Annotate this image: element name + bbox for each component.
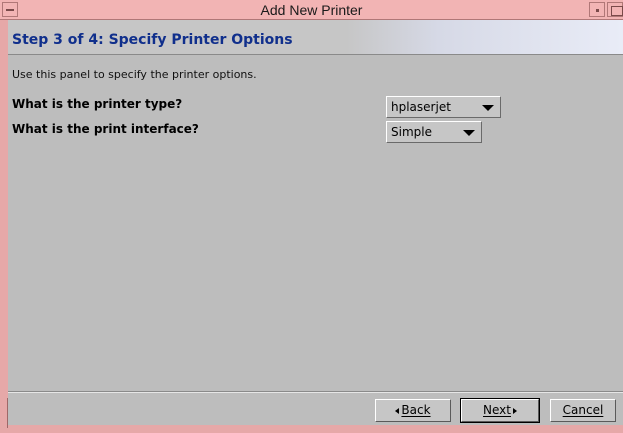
- printer-type-select[interactable]: hplaserjet: [386, 96, 501, 118]
- printer-type-label: What is the printer type?: [12, 97, 183, 111]
- wizard-panel: Step 3 of 4: Specify Printer Options Use…: [8, 20, 623, 425]
- back-button[interactable]: Back: [375, 399, 451, 422]
- print-interface-select[interactable]: Simple: [386, 121, 482, 143]
- arrow-right-icon: [512, 407, 517, 414]
- step-title: Step 3 of 4: Specify Printer Options: [12, 32, 293, 48]
- header-divider: [8, 54, 623, 55]
- maximize-icon[interactable]: [607, 2, 623, 17]
- window-bottom-border: [8, 425, 623, 433]
- cancel-button[interactable]: Cancel: [550, 399, 616, 422]
- footer-divider-highlight: [8, 392, 623, 393]
- minimize-icon[interactable]: [589, 2, 605, 17]
- print-interface-label: What is the print interface?: [12, 122, 199, 136]
- window-left-border: [0, 20, 8, 433]
- cancel-button-label: Cancel: [562, 403, 604, 417]
- title-bar[interactable]: Add New Printer: [0, 0, 623, 20]
- step-header: Step 3 of 4: Specify Printer Options: [8, 20, 623, 54]
- arrow-left-icon: [395, 407, 400, 414]
- back-button-label: Back: [401, 403, 431, 417]
- panel-description: Use this panel to specify the printer op…: [12, 68, 257, 81]
- next-button-label: Next: [483, 403, 511, 417]
- chevron-down-icon: [482, 105, 494, 111]
- next-button[interactable]: Next: [460, 398, 540, 423]
- chevron-down-icon: [463, 130, 475, 136]
- window-title: Add New Printer: [260, 2, 363, 18]
- print-interface-value: Simple: [391, 125, 432, 139]
- printer-type-value: hplaserjet: [391, 100, 451, 114]
